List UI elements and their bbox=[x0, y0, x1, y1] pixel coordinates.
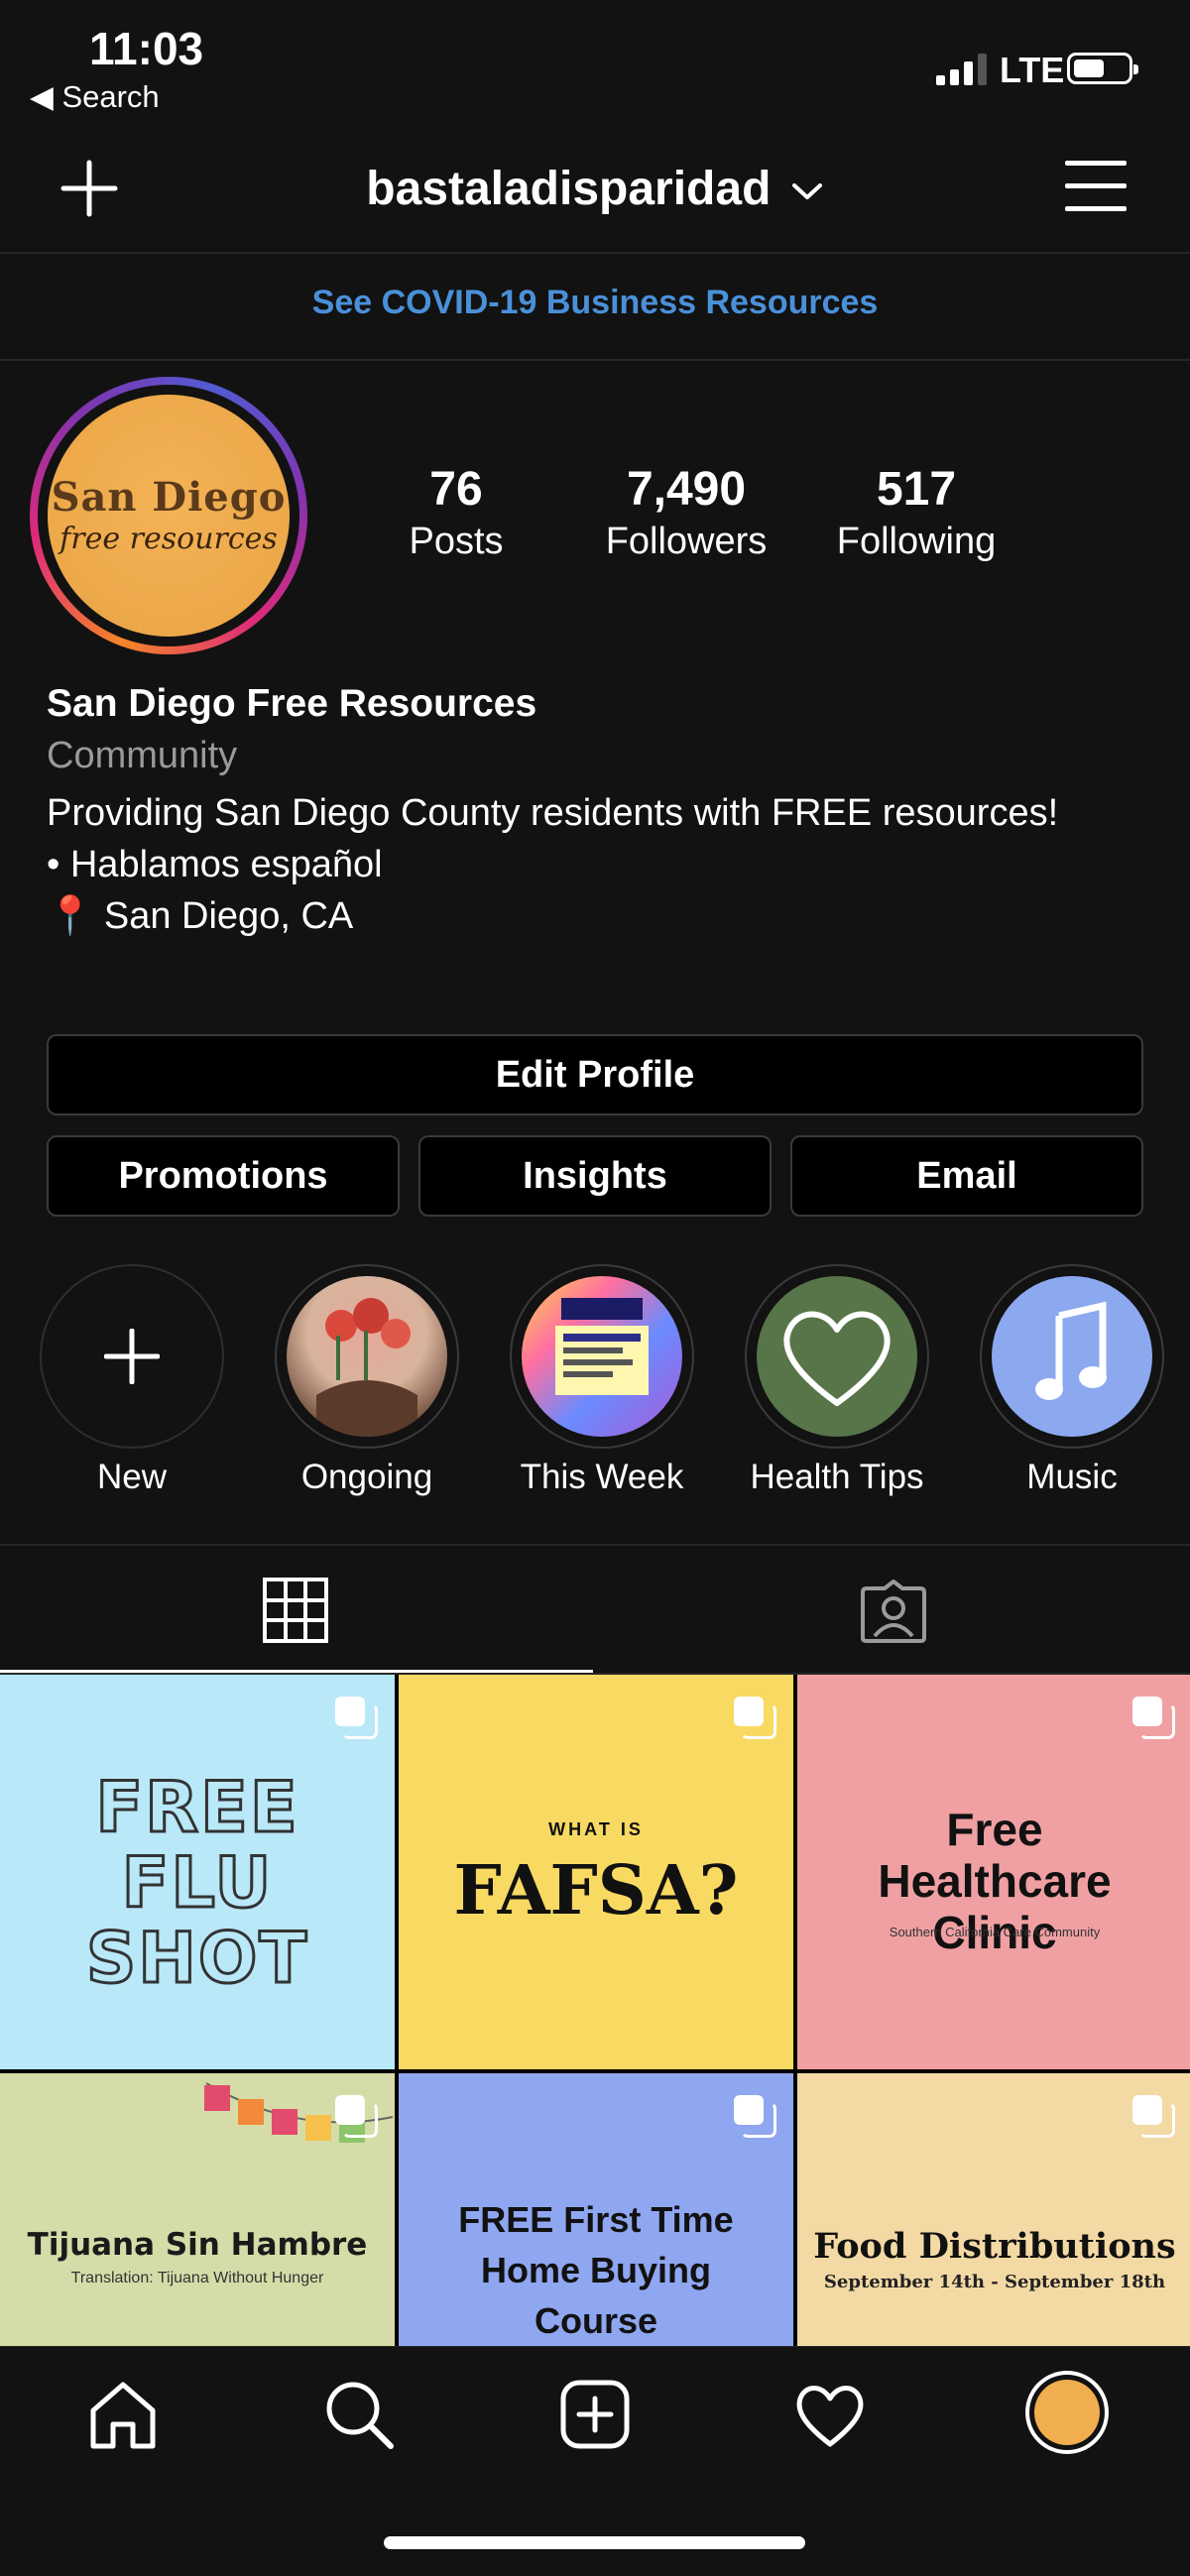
highlight-label: Music bbox=[1026, 1458, 1118, 1496]
menu-icon[interactable] bbox=[1065, 161, 1127, 214]
posts-count[interactable]: 76 Posts bbox=[357, 462, 555, 563]
profile-name: San Diego Free Resources bbox=[47, 682, 537, 725]
highlight-label: Ongoing bbox=[300, 1458, 433, 1496]
heart-icon bbox=[757, 1276, 917, 1437]
post-subtitle: September 14th - September 18th bbox=[823, 2272, 1166, 2292]
post-subtitle: Southern California Care Community bbox=[889, 1925, 1101, 1939]
tagged-person-icon bbox=[861, 1580, 926, 1643]
post-title-line: FLU bbox=[120, 1842, 274, 1924]
edit-profile-button[interactable]: Edit Profile bbox=[47, 1034, 1143, 1115]
new-post-icon[interactable] bbox=[555, 2375, 635, 2454]
divider bbox=[0, 1544, 1190, 1546]
carousel-icon bbox=[734, 1697, 776, 1739]
bio-line: • Hablamos español bbox=[47, 844, 383, 885]
home-indicator[interactable] bbox=[384, 2536, 805, 2549]
carousel-icon bbox=[335, 2095, 378, 2138]
post-thumbnail[interactable]: WHAT IS FAFSA? bbox=[399, 1675, 793, 2069]
username-label: bastaladisparidad bbox=[366, 163, 772, 215]
bio-location: 📍 San Diego, CA bbox=[47, 895, 354, 937]
profile-avatar[interactable]: San Diego free resources bbox=[30, 377, 307, 654]
divider bbox=[0, 252, 1190, 254]
insights-button[interactable]: Insights bbox=[418, 1135, 772, 1217]
carousel-icon bbox=[1132, 1697, 1175, 1739]
highlight-new[interactable] bbox=[40, 1264, 224, 1449]
highlight-label: Health Tips bbox=[750, 1458, 924, 1496]
profile-bio: Providing San Diego County residents wit… bbox=[47, 787, 1137, 942]
post-subtitle: Translation: Tijuana Without Hunger bbox=[70, 2270, 324, 2286]
plus-icon bbox=[104, 1329, 160, 1384]
status-time: 11:03 bbox=[89, 23, 204, 74]
music-note-icon bbox=[992, 1276, 1152, 1437]
grid-gutter bbox=[793, 1675, 797, 2346]
highlight-this-week[interactable] bbox=[510, 1264, 694, 1449]
grid-gutter bbox=[395, 1675, 399, 2346]
highlight-label: This Week bbox=[520, 1458, 684, 1496]
post-title: FAFSA? bbox=[453, 1851, 739, 1931]
carousel-icon bbox=[734, 2095, 776, 2138]
post-title: Tijuana Sin Hambre bbox=[27, 2227, 368, 2263]
tab-posts-grid[interactable] bbox=[0, 1547, 593, 1674]
post-thumbnail[interactable]: FREE First Time Home Buying Course bbox=[399, 2073, 793, 2346]
home-icon[interactable] bbox=[83, 2375, 163, 2454]
post-title: Food Distributions bbox=[813, 2226, 1176, 2267]
email-button[interactable]: Email bbox=[790, 1135, 1143, 1217]
post-title-line: SHOT bbox=[84, 1918, 309, 1999]
account-switcher[interactable]: bastaladisparidad bbox=[0, 162, 1190, 216]
highlight-cover-image bbox=[522, 1276, 682, 1437]
post-thumbnail[interactable]: Free Healthcare Clinic Southern Californ… bbox=[797, 1675, 1190, 2069]
post-thumbnail[interactable]: Food Distributions September 14th - Sept… bbox=[797, 2073, 1190, 2346]
avatar-image: San Diego free resources bbox=[48, 395, 290, 637]
battery-icon bbox=[1067, 53, 1138, 84]
profile-category: Community bbox=[47, 735, 238, 776]
signal-strength-icon bbox=[936, 54, 987, 85]
post-kicker: WHAT IS bbox=[548, 1819, 644, 1839]
covid-resources-link[interactable]: See COVID-19 Business Resources bbox=[0, 284, 1190, 322]
carousel-icon bbox=[335, 1697, 378, 1739]
highlight-health-tips[interactable] bbox=[745, 1264, 929, 1449]
post-thumbnail[interactable]: FREE FLU SHOT bbox=[0, 1675, 395, 2069]
carousel-icon bbox=[1132, 2095, 1175, 2138]
post-title-line: FREE bbox=[94, 1767, 299, 1848]
promotions-button[interactable]: Promotions bbox=[47, 1135, 400, 1217]
post-thumbnail[interactable]: Tijuana Sin Hambre Translation: Tijuana … bbox=[0, 2073, 395, 2346]
chevron-down-icon bbox=[791, 183, 822, 200]
highlight-music[interactable] bbox=[980, 1264, 1164, 1449]
divider bbox=[0, 359, 1190, 361]
highlight-label: New bbox=[96, 1458, 168, 1496]
following-count[interactable]: 517 Following bbox=[817, 462, 1015, 563]
bio-line: Providing San Diego County residents wit… bbox=[47, 792, 1059, 834]
grid-icon bbox=[263, 1578, 328, 1643]
tab-tagged[interactable] bbox=[597, 1547, 1190, 1674]
profile-tab-avatar[interactable] bbox=[1025, 2371, 1109, 2454]
followers-count[interactable]: 7,490 Followers bbox=[587, 462, 785, 563]
grid-gutter bbox=[0, 2069, 1190, 2073]
network-type: LTE bbox=[1000, 50, 1065, 90]
post-title: FREE First Time Home Buying Course bbox=[458, 2199, 734, 2341]
search-icon[interactable] bbox=[319, 2375, 399, 2454]
back-to-search-link[interactable]: ◀ Search bbox=[30, 79, 160, 115]
highlight-ongoing[interactable] bbox=[275, 1264, 459, 1449]
profile-avatar-mini bbox=[1034, 2380, 1100, 2445]
highlight-cover-image bbox=[287, 1276, 447, 1437]
activity-heart-icon[interactable] bbox=[790, 2375, 870, 2454]
